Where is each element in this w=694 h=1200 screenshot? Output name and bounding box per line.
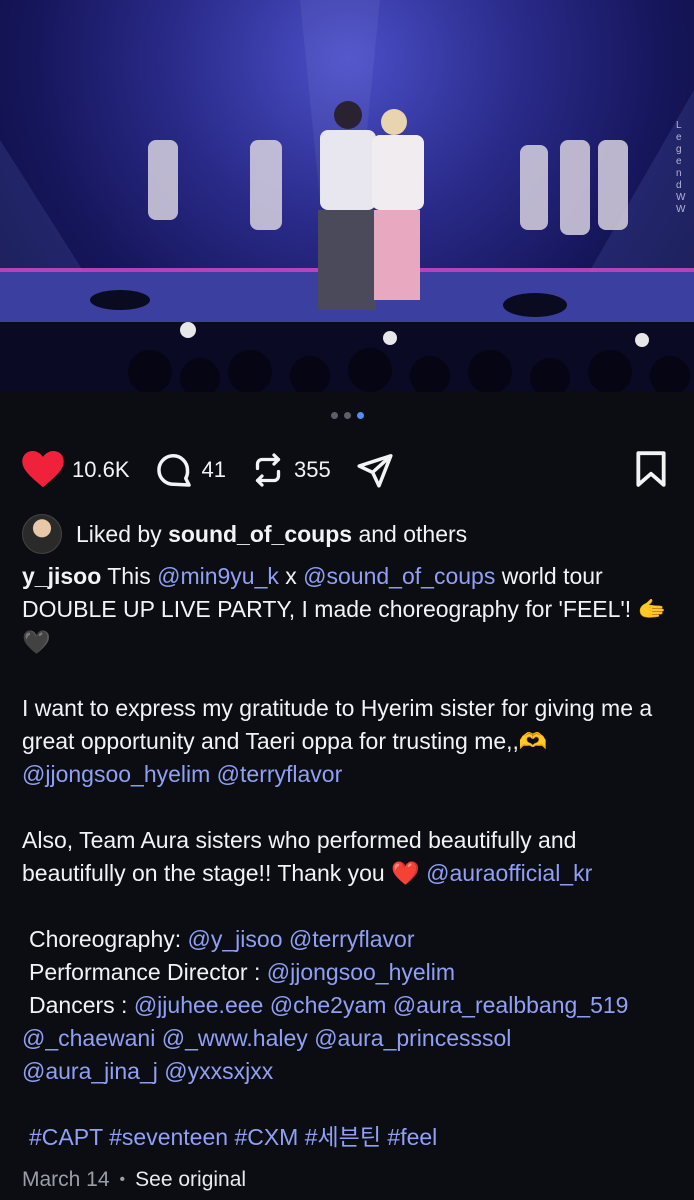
hashtag-link[interactable]: #CAPT bbox=[29, 1124, 103, 1150]
repost-icon bbox=[255, 453, 281, 487]
comment-count: 41 bbox=[201, 457, 226, 482]
mention-link[interactable]: @_chaewani bbox=[22, 1025, 155, 1051]
carousel-dot bbox=[343, 412, 351, 419]
like-button[interactable]: 10.6K bbox=[22, 451, 130, 489]
mention-link[interactable]: @sound_of_coups bbox=[303, 563, 495, 589]
caption-text: I want to express my gratitude to Hyerim… bbox=[22, 695, 653, 754]
mention-link[interactable]: @min9yu_k bbox=[157, 563, 279, 589]
mention-link[interactable]: @yxxsxjxx bbox=[164, 1058, 273, 1084]
credit-label: Choreography: bbox=[29, 926, 188, 952]
see-original-link[interactable]: See original bbox=[135, 1168, 246, 1192]
caption-text: x bbox=[278, 563, 304, 589]
mention-link[interactable]: @che2yam bbox=[270, 992, 387, 1018]
mention-link[interactable]: @aura_jina_j bbox=[22, 1058, 158, 1084]
hashtag-link[interactable]: #CXM bbox=[234, 1124, 298, 1150]
mention-link[interactable]: @_www.haley bbox=[162, 1025, 308, 1051]
liked-by-row[interactable]: Liked by sound_of_coups and others bbox=[22, 514, 467, 554]
carousel-dot bbox=[330, 412, 338, 419]
liked-by-user[interactable]: sound_of_coups bbox=[168, 521, 352, 548]
heart-filled-icon bbox=[22, 451, 64, 488]
avatar[interactable] bbox=[22, 514, 62, 554]
mention-link[interactable]: @jjuhee.eee bbox=[134, 992, 264, 1018]
comment-button[interactable]: 41 bbox=[154, 451, 226, 489]
like-count: 10.6K bbox=[72, 457, 130, 482]
hashtag-link[interactable]: #seventeen bbox=[109, 1124, 228, 1150]
carousel-indicator bbox=[0, 412, 694, 419]
carousel-dot-active bbox=[356, 412, 364, 419]
mention-link[interactable]: @jjongsoo_hyelim bbox=[22, 761, 210, 787]
post-footer: March 14 • See original bbox=[22, 1168, 246, 1192]
hashtag-link[interactable]: #세븐틴 bbox=[305, 1124, 381, 1150]
liked-by-suffix: and others bbox=[358, 520, 468, 547]
send-icon bbox=[357, 454, 393, 488]
watermark: LegendWW bbox=[676, 120, 686, 215]
post-date: March 14 bbox=[22, 1168, 110, 1191]
mention-link[interactable]: @terryflavor bbox=[289, 926, 415, 952]
mention-link[interactable]: @terryflavor bbox=[217, 761, 343, 787]
caption-text: This bbox=[101, 563, 158, 589]
mention-link[interactable]: @aura_princesssol bbox=[314, 1025, 511, 1051]
action-bar: 10.6K 41 355 bbox=[22, 446, 672, 494]
credit-label: Dancers : bbox=[29, 992, 134, 1018]
post-caption: y_jisoo This @min9yu_k x @sound_of_coups… bbox=[22, 560, 680, 1154]
mention-link[interactable]: @aura_realbbang_519 bbox=[393, 992, 629, 1018]
mention-link[interactable]: @jjongsoo_hyelim bbox=[267, 959, 455, 985]
mention-link[interactable]: @y_jisoo bbox=[188, 926, 283, 952]
credit-label: Performance Director : bbox=[29, 959, 267, 985]
comment-bubble-icon bbox=[156, 454, 191, 487]
author-username[interactable]: y_jisoo bbox=[22, 563, 101, 589]
separator-dot: • bbox=[119, 1171, 126, 1188]
post-image[interactable]: LegendWW bbox=[0, 0, 694, 392]
repost-count: 355 bbox=[293, 457, 331, 482]
bookmark-icon bbox=[636, 451, 666, 487]
mention-link[interactable]: @auraofficial_kr bbox=[426, 860, 592, 886]
concert-stage-illustration bbox=[0, 0, 694, 392]
hashtag-link[interactable]: #feel bbox=[387, 1124, 437, 1150]
liked-by-prefix: Liked by bbox=[76, 520, 162, 547]
share-button[interactable] bbox=[355, 451, 395, 489]
bookmark-button[interactable] bbox=[634, 450, 668, 493]
repost-button[interactable]: 355 bbox=[250, 451, 331, 489]
